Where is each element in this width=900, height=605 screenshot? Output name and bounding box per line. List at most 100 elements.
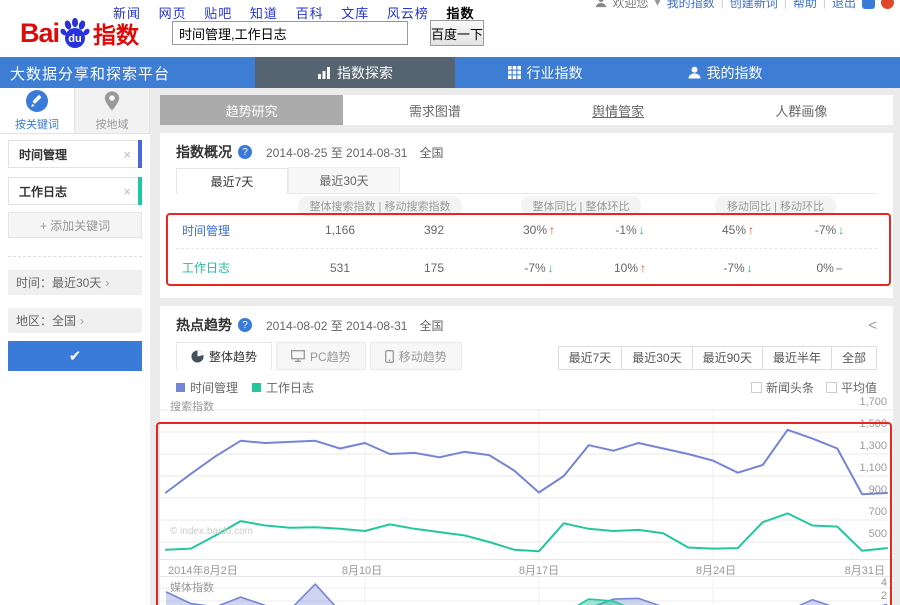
metric-mom: -1% ↓ [615,223,645,237]
x-tick: 8月24日 [695,565,737,577]
arrow-up-icon: ↑ [748,223,755,237]
svg-text:du: du [68,33,81,45]
tab-mobile-trend[interactable]: 移动趋势 [369,342,462,370]
user-icon [595,0,606,8]
search-index-axis-label: 搜索指数 [170,401,214,413]
tab-demand-map[interactable]: 需求图谱 [343,95,526,125]
time-filter[interactable]: 时间：最近30天 › [8,270,142,295]
overview-title: 指数概况 [176,144,232,160]
baidu-search-button[interactable]: 百度一下 [430,20,484,46]
metric-mobile-yoy: -7% ↓ [723,260,753,275]
legend-item-keyword-2[interactable]: 工作日志 [252,379,314,396]
svg-text:1,500: 1,500 [859,418,887,430]
keyword-color-bar [138,177,142,205]
range-30d-button[interactable]: 最近30天 [621,346,693,370]
range-all-button[interactable]: 全部 [830,346,877,370]
share-icon[interactable]: < [868,317,877,334]
sidebar: 按关键词 按地域 时间管理 × 工作日志 × + 添加关键词 时间：最近30天 ›… [0,88,150,605]
sidebar-divider [8,256,142,257]
nav-link-tieba[interactable]: 贴吧 [204,6,232,21]
remove-keyword-icon[interactable]: × [123,147,131,162]
apply-filters-button[interactable]: ✔ [8,341,142,371]
overview-date-range: 2014-08-25 至 2014-08-31 [266,145,408,160]
keyword-chip-1[interactable]: 时间管理 × [8,140,142,168]
overview-region: 全国 [419,145,444,160]
nav-link-web[interactable]: 网页 [159,6,187,21]
nav-link-wenku[interactable]: 文库 [341,6,369,21]
metric-mobile-mom: 0% – [816,260,843,275]
checkbox-average[interactable]: 平均值 [825,379,877,396]
tab-last-7-days[interactable]: 最近7天 [176,168,288,194]
nav-link-baike[interactable]: 百科 [296,6,324,21]
overall-index-value: 1,166 [324,223,356,237]
metric-mom: 10% ↑ [613,260,647,275]
arrow-down-icon: ↓ [547,260,554,275]
svg-text:1,700: 1,700 [859,396,887,408]
pie-chart-icon [191,349,204,363]
arrow-down-icon: ↓ [638,223,645,237]
navbar-tab-index-explore[interactable]: 指数探索 [255,57,455,88]
tab-overall-trend[interactable]: 整体趋势 [176,342,273,370]
app-icon[interactable] [862,0,875,9]
trend-controls: 整体趋势 PC趋势 移动趋势 最近7天 最近30天 最近90天 最近半年 全部 [176,342,877,370]
help-icon[interactable]: ? [238,318,252,332]
row-keyword-link[interactable]: 时间管理 [176,222,286,239]
navbar-tab-my-index[interactable]: 我的指数 [635,57,815,88]
overview-column-headers: 整体搜索指数 | 移动搜索指数 整体同比 | 整体环比 移动同比 | 移动环比 [176,196,877,216]
profile-icon[interactable] [881,0,894,9]
tab-sentiment-manager[interactable]: 舆情管家 [527,95,710,125]
tab-trend-research[interactable]: 趋势研究 [160,95,344,125]
account-link-my-index[interactable]: 我的指数 [667,0,715,11]
dash-icon: – [835,260,843,275]
arrow-down-icon: ↓ [746,260,753,275]
mobile-index-value: 175 [423,260,445,275]
sidebar-tab-by-keyword[interactable]: 按关键词 [0,88,75,133]
account-link-logout[interactable]: 退出 [832,0,856,11]
x-tick: 8月31日 [844,565,885,577]
caret-down-icon[interactable]: ▾ [655,0,661,9]
chevron-right-icon: › [80,313,85,328]
arrow-up-icon: ↑ [640,260,647,275]
index-overview-card: 指数概况 ? 2014-08-25 至 2014-08-31 全国 最近7天 最… [160,133,893,298]
row-keyword-link[interactable]: 工作日志 [176,259,286,276]
tab-pc-trend[interactable]: PC趋势 [276,342,366,370]
region-filter[interactable]: 地区：全国 › [8,308,142,333]
logo-bai-text: Bai [20,17,60,48]
platform-slogan: 大数据分享和探索平台 [10,67,171,83]
trend-date-range: 2014-08-02 至 2014-08-31 [266,318,408,333]
keyword-chip-2[interactable]: 工作日志 × [8,177,142,205]
account-link-new-word[interactable]: 创建新词 [730,0,778,11]
search-input[interactable] [172,21,408,45]
x-tick: 2014年8月2日 [168,565,238,577]
nav-link-fengyunbang[interactable]: 风云榜 [387,6,429,21]
primary-nav-bar: 大数据分享和探索平台 指数探索 行业指数 我的指数 [0,57,900,88]
media-index-svg: 42 [160,577,893,605]
legend-item-keyword-1[interactable]: 时间管理 [176,379,238,396]
checkmark-icon: ✔ [68,348,82,365]
range-90d-button[interactable]: 最近90天 [691,346,763,370]
trend-title: 热点趋势 [176,317,232,333]
sidebar-tab-by-region[interactable]: 按地域 [75,88,150,133]
svg-text:1,300: 1,300 [859,440,887,452]
nav-link-zhidao[interactable]: 知道 [250,6,278,21]
tab-last-30-days[interactable]: 最近30天 [288,167,400,193]
svg-text:4: 4 [881,577,887,589]
baidu-index-logo[interactable]: Bai du 指数 [20,15,139,51]
account-link-help[interactable]: 帮助 [793,0,817,11]
navbar-tab-industry-index[interactable]: 行业指数 [455,57,635,88]
add-keyword-button[interactable]: + 添加关键词 [8,212,142,238]
range-half-year-button[interactable]: 最近半年 [761,346,832,370]
arrow-down-icon: ↓ [838,223,845,237]
metric-mobile-mom: -7% ↓ [814,223,845,237]
keyword-chip-label: 时间管理 [19,147,68,162]
keyword-color-bar [138,140,142,168]
nav-link-index[interactable]: 指数 [446,6,474,21]
help-icon[interactable]: ? [238,145,252,159]
x-axis-labels: 2014年8月2日 8月10日 8月17日 8月24日 8月31日 [160,559,893,577]
range-7d-button[interactable]: 最近7天 [557,346,623,370]
remove-keyword-icon[interactable]: × [123,184,131,199]
tab-audience-profile[interactable]: 人群画像 [710,95,893,125]
arrow-up-icon: ↑ [549,223,556,237]
legend-swatch [176,382,185,392]
checkbox-news-headlines[interactable]: 新闻头条 [750,379,814,396]
